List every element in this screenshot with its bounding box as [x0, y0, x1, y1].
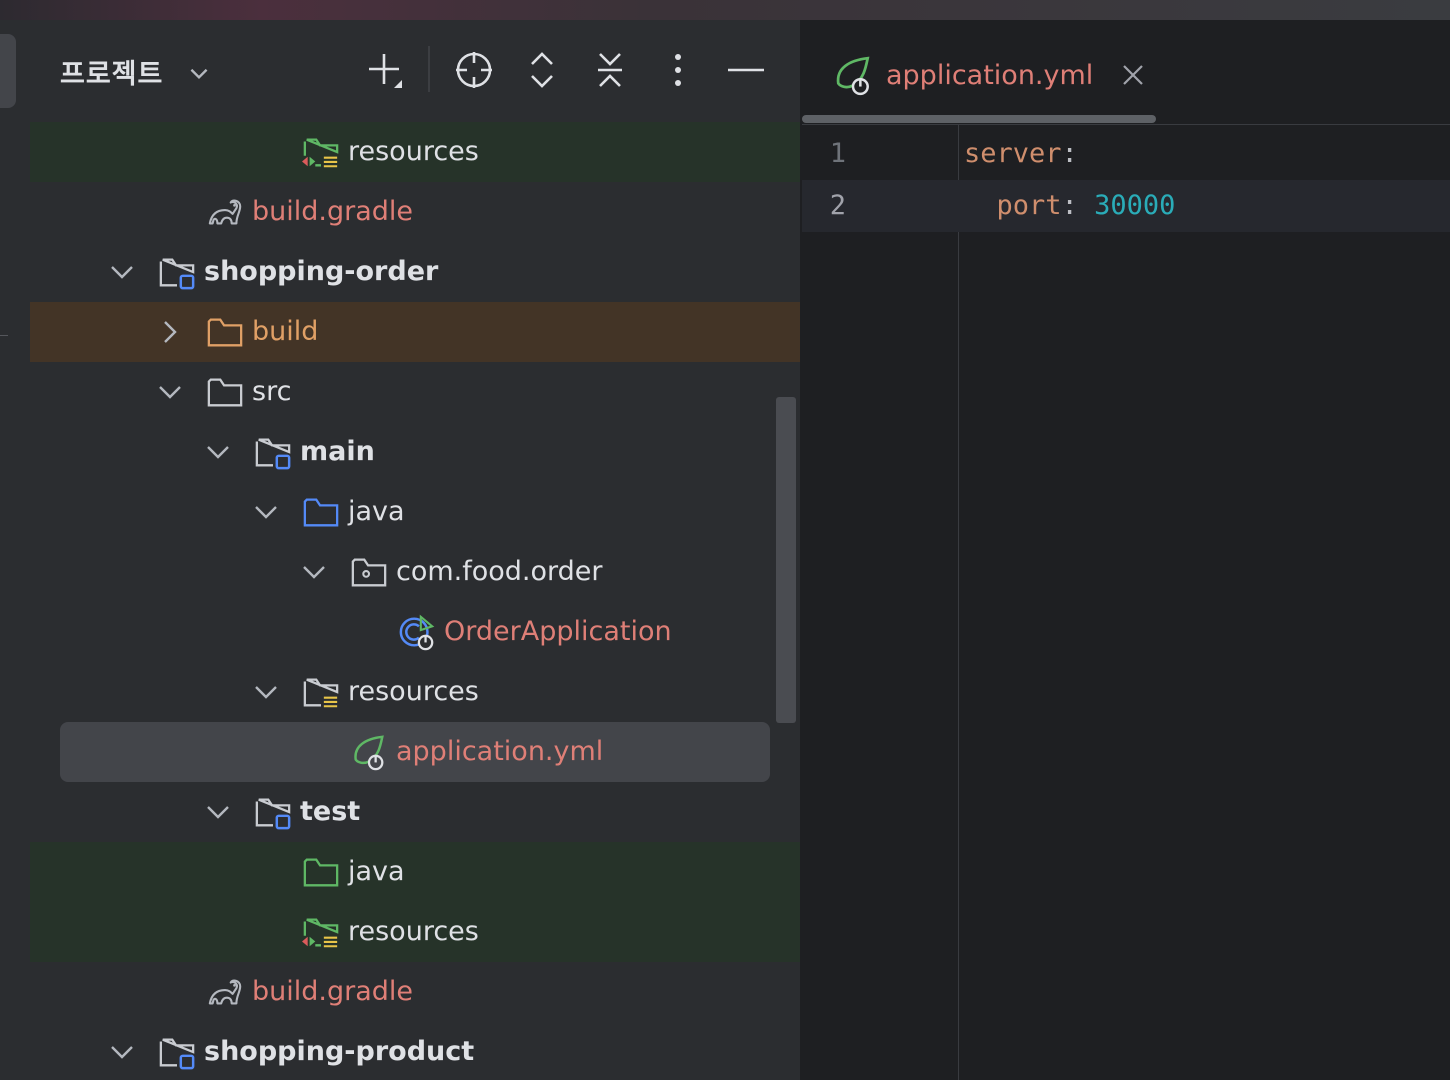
chevron-down-icon[interactable]: [206, 440, 230, 464]
tree-item-label: resources: [348, 676, 479, 707]
editor-area: application.yml 1 server: 2 port: 30000: [802, 20, 1450, 1080]
tree-row[interactable]: build.gradle: [30, 962, 800, 1022]
gutter-divider: [958, 124, 959, 1080]
tree-row[interactable]: shopping-order: [30, 242, 800, 302]
close-icon[interactable]: [1121, 63, 1145, 87]
module-folder-icon: [255, 798, 291, 830]
hide-icon: [728, 68, 764, 72]
expand-all-icon: [531, 52, 553, 88]
code-token: :: [1061, 138, 1078, 169]
tree-item-label: shopping-order: [204, 256, 439, 287]
collapse-all-button[interactable]: [590, 50, 630, 90]
add-icon: [369, 54, 402, 88]
line-number: 1: [829, 138, 846, 169]
tab-label: application.yml: [886, 59, 1094, 91]
expand-all-button[interactable]: [522, 50, 562, 90]
toolbar-divider: [428, 46, 430, 92]
chevron-down-icon[interactable]: [302, 560, 326, 584]
tree-item-label: test: [300, 796, 361, 827]
resources-test-folder-icon: [302, 138, 339, 168]
chevron-right-icon[interactable]: [158, 320, 182, 344]
tree-row[interactable]: OrderApplication: [30, 602, 800, 662]
source-folder-icon: [303, 498, 339, 527]
tree-row[interactable]: resources: [30, 122, 800, 182]
spring-config-icon: [354, 735, 384, 771]
tree-row[interactable]: java: [30, 482, 800, 542]
resources-folder-icon: [303, 678, 339, 708]
chevron-down-icon[interactable]: [206, 800, 230, 824]
tree-item-label: application.yml: [396, 736, 604, 767]
chevron-down-icon[interactable]: [254, 500, 278, 524]
tree-row[interactable]: src: [30, 362, 800, 422]
tree-row[interactable]: shopping-product: [30, 1022, 800, 1080]
tree-row[interactable]: build.gradle: [30, 182, 800, 242]
project-tool-button[interactable]: [0, 34, 16, 108]
code-line[interactable]: 1 server:: [802, 128, 1450, 180]
module-folder-icon: [159, 1038, 195, 1070]
chevron-down-icon[interactable]: [110, 260, 134, 284]
tab-scroll-indicator: [802, 115, 1156, 123]
code-token: :: [1061, 190, 1095, 221]
strip-separator: [0, 335, 8, 336]
editor-tab-bar: application.yml: [802, 20, 1450, 125]
tree-item-label: resources: [348, 136, 479, 167]
tree-item-label: OrderApplication: [444, 616, 672, 647]
tree-row[interactable]: resources: [30, 662, 800, 722]
locate-button[interactable]: [454, 50, 494, 90]
code-text: port: 30000: [964, 180, 1176, 232]
editor-tab[interactable]: application.yml: [832, 50, 1145, 100]
code-token: 30000: [1094, 190, 1176, 221]
hide-panel-button[interactable]: [726, 50, 766, 90]
tree-item-label: java: [348, 856, 405, 887]
tree-item-label: build.gradle: [252, 196, 414, 227]
tree-item-label: java: [348, 496, 405, 527]
line-number: 2: [829, 190, 846, 221]
code-token: server: [964, 138, 1062, 169]
chevron-down-icon[interactable]: [186, 60, 212, 86]
tree-row[interactable]: main: [30, 422, 800, 482]
collapse-all-icon: [598, 53, 622, 87]
tree-row[interactable]: test: [30, 782, 800, 842]
tree-item-label: resources: [348, 916, 479, 947]
tool-window-strip: [0, 20, 31, 1080]
code-line[interactable]: 2 port: 30000: [802, 180, 1450, 232]
tree-row[interactable]: java: [30, 842, 800, 902]
panel-title[interactable]: 프로젝트: [60, 52, 163, 91]
more-icon: [675, 54, 681, 86]
code-text: server:: [964, 128, 1078, 180]
module-folder-icon: [255, 438, 291, 470]
tree-item-label: main: [300, 436, 375, 467]
folder-icon: [207, 378, 243, 407]
add-button[interactable]: [364, 50, 404, 90]
tree-item-label: build: [252, 316, 319, 347]
tree-row[interactable]: resources: [30, 902, 800, 962]
tree-item-label: src: [252, 376, 292, 407]
test-folder-icon: [303, 858, 339, 887]
module-folder-icon: [159, 258, 195, 290]
project-panel-header: 프로젝트: [30, 20, 800, 123]
project-panel: 프로젝트 resources build.gradle shopping-order…: [30, 20, 800, 1080]
spring-config-icon: [836, 56, 870, 96]
tree-row[interactable]: build: [30, 302, 800, 362]
excluded-folder-icon: [207, 318, 243, 347]
tree-scrollbar[interactable]: [776, 397, 796, 723]
gradle-icon: [208, 199, 242, 225]
tree-item-label: shopping-product: [204, 1036, 475, 1067]
tree-row[interactable]: application.yml: [30, 722, 800, 782]
chevron-down-icon[interactable]: [254, 680, 278, 704]
window-title-bar: [0, 0, 1450, 20]
code-token: port: [964, 190, 1062, 221]
chevron-down-icon[interactable]: [158, 380, 182, 404]
locate-icon: [456, 52, 492, 88]
tree-item-label: build.gradle: [252, 976, 414, 1007]
resources-test-folder-icon: [302, 918, 339, 948]
chevron-down-icon[interactable]: [110, 1040, 134, 1064]
tree-item-label: com.food.order: [396, 556, 603, 587]
more-options-button[interactable]: [658, 50, 698, 90]
spring-boot-class-icon: [399, 614, 435, 651]
package-icon: [351, 558, 387, 587]
tree-row[interactable]: com.food.order: [30, 542, 800, 602]
gradle-icon: [208, 979, 242, 1005]
